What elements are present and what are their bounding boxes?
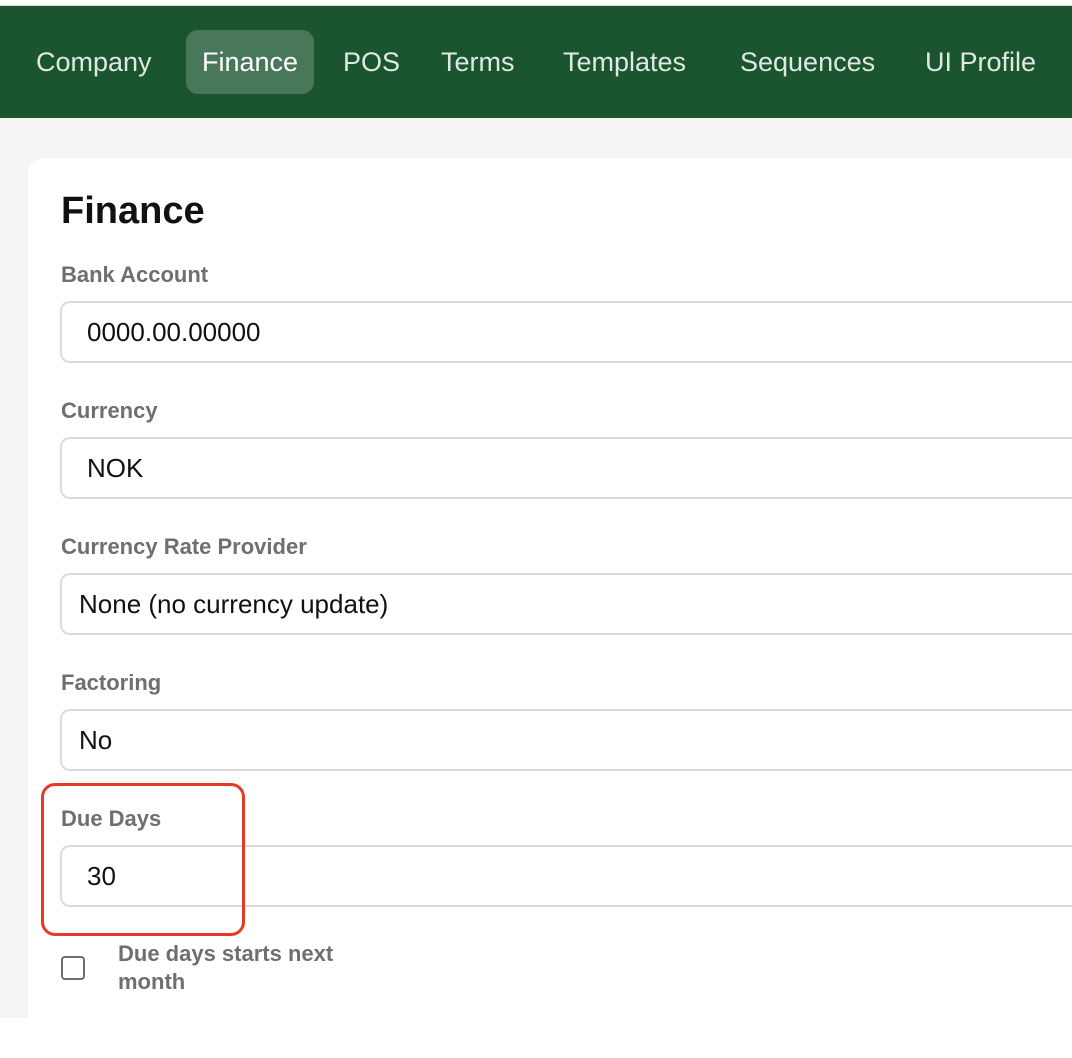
due-days-next-month-checkbox[interactable] (61, 956, 85, 980)
currency-select[interactable]: NOK (60, 437, 1072, 499)
factoring-select[interactable]: No (60, 709, 1072, 771)
factoring-label: Factoring (61, 670, 162, 695)
due-days-next-month-label[interactable]: Due days starts next month (118, 940, 378, 996)
bank-account-input[interactable]: 0000.00.00000 (60, 301, 1072, 363)
currency-rate-provider-label: Currency Rate Provider (61, 534, 307, 559)
section-title: Finance (61, 190, 205, 232)
currency-value: NOK (87, 453, 144, 483)
currency-rate-provider-select[interactable]: None (no currency update) (60, 573, 1072, 635)
tab-finance[interactable]: Finance (186, 30, 315, 94)
currency-rate-provider-value: None (no currency update) (79, 589, 389, 619)
tab-sequences[interactable]: Sequences (740, 30, 875, 94)
tab-terms[interactable]: Terms (441, 30, 515, 94)
tab-ui-profile[interactable]: UI Profile (925, 30, 1036, 94)
factoring-value: No (79, 725, 113, 755)
currency-label: Currency (61, 398, 158, 423)
tab-company[interactable]: Company (36, 30, 152, 94)
tab-pos[interactable]: POS (343, 30, 400, 94)
bank-account-label: Bank Account (61, 262, 209, 287)
bank-account-value: 0000.00.00000 (87, 317, 261, 347)
settings-tab-bar: Company Finance POS Terms Templates Sequ… (0, 6, 1072, 118)
tab-templates[interactable]: Templates (563, 30, 686, 94)
due-days-highlight-annotation (41, 783, 245, 936)
